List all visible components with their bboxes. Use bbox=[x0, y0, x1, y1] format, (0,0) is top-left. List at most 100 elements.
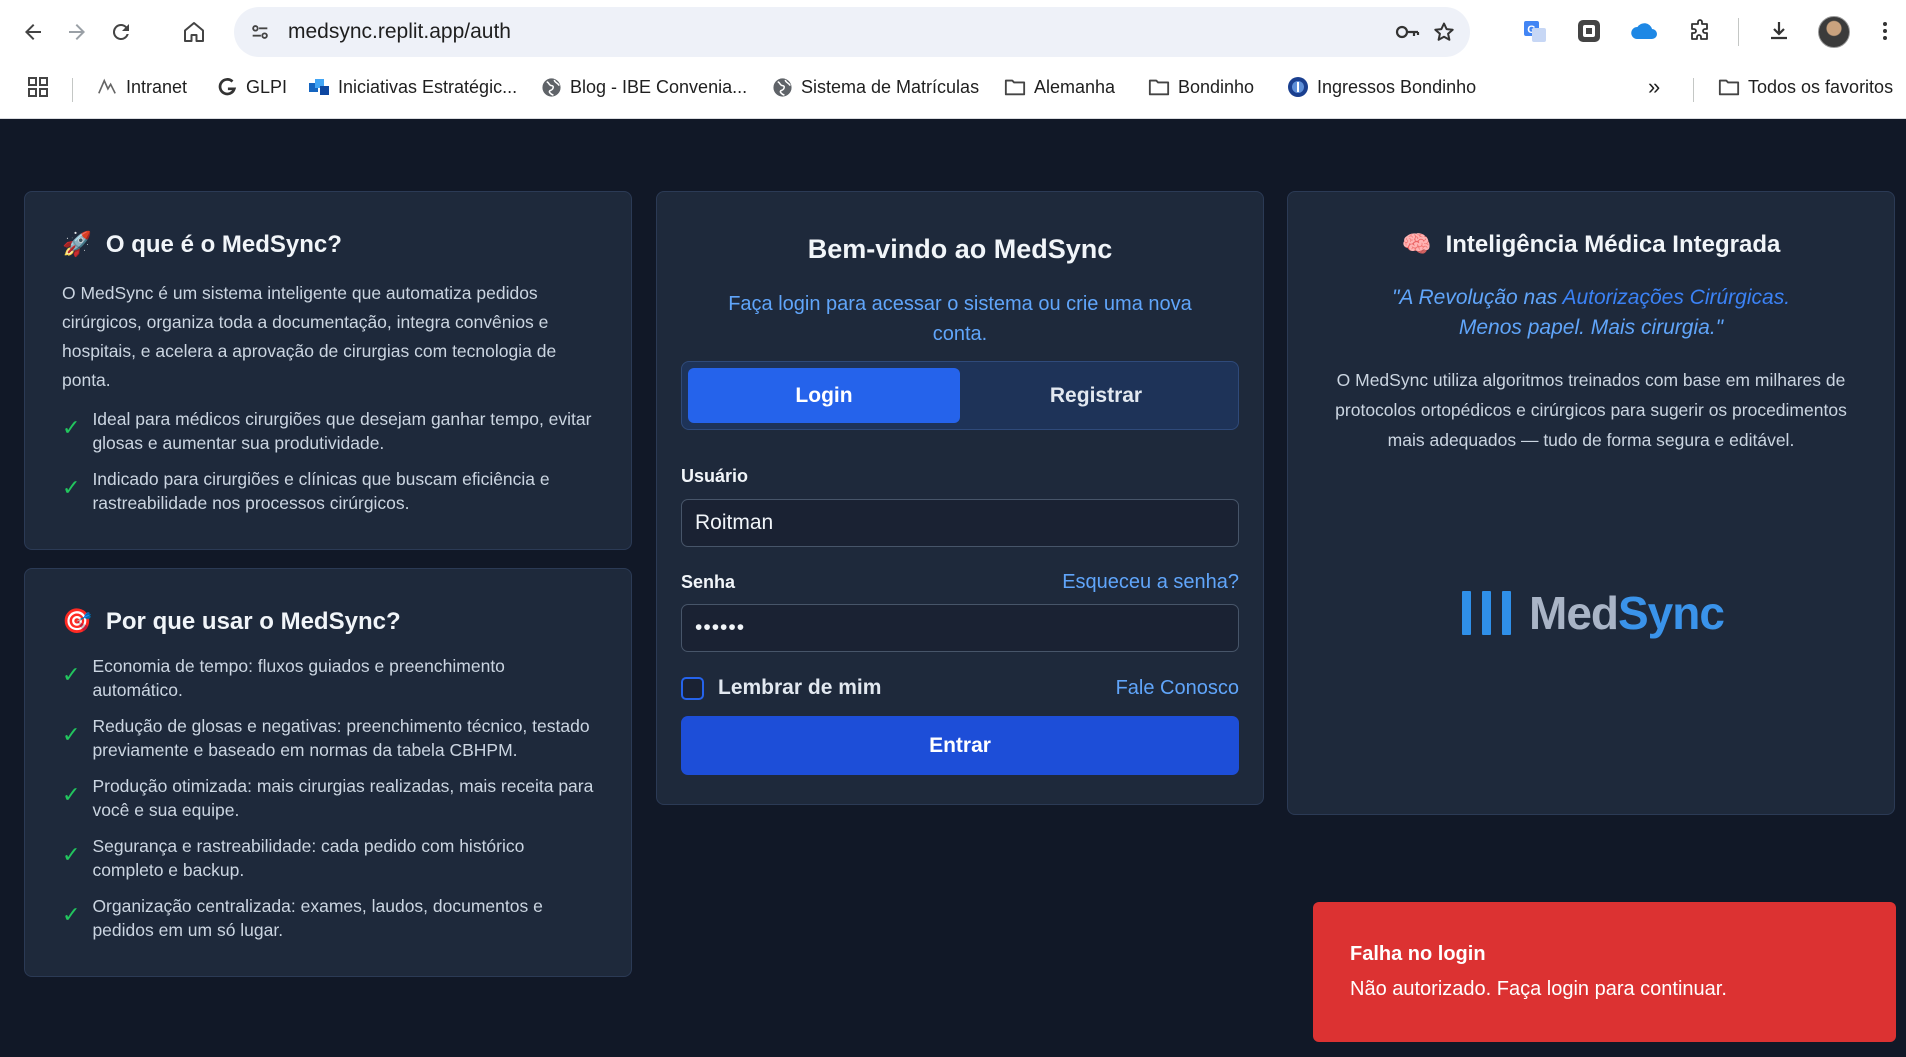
about-description: O MedSync é um sistema inteligente que a… bbox=[62, 283, 557, 390]
app-icon bbox=[308, 76, 330, 98]
remember-checkbox[interactable] bbox=[681, 676, 704, 700]
bookmark-sistema-matriculas[interactable]: Sistema de Matrículas bbox=[771, 74, 979, 100]
folder-icon bbox=[1004, 76, 1026, 98]
toolbar-divider bbox=[1738, 18, 1739, 46]
password-key-icon[interactable] bbox=[1394, 19, 1420, 45]
browser-toolbar: medsync.replit.app/auth G bbox=[0, 0, 1906, 64]
toast-title: Falha no login bbox=[1350, 943, 1486, 965]
cloud-extension-icon[interactable] bbox=[1629, 16, 1659, 46]
bookmark-label: Blog - IBE Convenia... bbox=[570, 76, 748, 97]
username-label: Usuário bbox=[681, 466, 749, 486]
url-text[interactable]: medsync.replit.app/auth bbox=[288, 20, 511, 44]
check-icon: ✓ bbox=[62, 415, 81, 440]
downloads-icon[interactable] bbox=[1764, 16, 1794, 46]
bookmarks-divider bbox=[1693, 78, 1694, 102]
ai-card: 🧠 Inteligência Médica Integrada "A Revol… bbox=[1287, 191, 1895, 815]
about-title: 🚀 O que é o MedSync? bbox=[62, 230, 595, 259]
submit-button[interactable]: Entrar bbox=[681, 716, 1239, 775]
why-title-text: Por que usar o MedSync? bbox=[105, 607, 401, 635]
check-icon: ✓ bbox=[62, 782, 81, 807]
brain-icon: 🧠 bbox=[1401, 231, 1432, 258]
list-item-text: Produção otimizada: mais cirurgias reali… bbox=[92, 776, 594, 820]
check-icon: ✓ bbox=[62, 842, 81, 867]
bookmark-label: Sistema de Matrículas bbox=[801, 76, 980, 97]
password-field[interactable]: •••••• bbox=[681, 604, 1239, 652]
bookmark-ingressos-bondinho[interactable]: Ingressos Bondinho bbox=[1287, 74, 1476, 100]
check-icon: ✓ bbox=[62, 722, 81, 747]
extension-icon[interactable] bbox=[1574, 16, 1604, 46]
reload-button[interactable] bbox=[103, 14, 139, 50]
forward-button[interactable] bbox=[59, 14, 95, 50]
check-icon: ✓ bbox=[62, 902, 81, 927]
remember-label: Lembrar de mim bbox=[718, 676, 882, 699]
bookmark-glpi[interactable]: GLPI bbox=[216, 74, 287, 100]
ai-title-text: Inteligência Médica Integrada bbox=[1445, 230, 1781, 258]
bookmark-star-icon[interactable] bbox=[1431, 19, 1457, 45]
bookmark-folder-bondinho[interactable]: Bondinho bbox=[1148, 74, 1254, 100]
check-icon: ✓ bbox=[62, 475, 81, 500]
reload-icon bbox=[112, 23, 129, 40]
contact-link[interactable]: Fale Conosco bbox=[1116, 677, 1239, 700]
username-field[interactable]: Roitman bbox=[681, 499, 1239, 547]
home-icon bbox=[184, 22, 204, 42]
list-item: ✓ Indicado para cirurgiões e clínicas que… bbox=[62, 467, 595, 515]
auth-tabs: Login Registrar bbox=[681, 361, 1239, 430]
why-card: 🎯 Por que usar o MedSync? ✓ Economia de t… bbox=[24, 568, 632, 977]
browser-chrome: medsync.replit.app/auth G Intranet GLPI … bbox=[0, 0, 1906, 119]
login-subtitle: Faça login para acessar o sistema ou cri… bbox=[728, 293, 1192, 345]
home-button[interactable] bbox=[176, 14, 212, 50]
list-item-text: Indicado para cirurgiões e clínicas que … bbox=[92, 469, 550, 513]
tab-login[interactable]: Login bbox=[688, 368, 960, 423]
list-item-text: Redução de glosas e negativas: preenchim… bbox=[92, 716, 590, 760]
list-item: ✓ Redução de glosas e negativas: preenchi… bbox=[62, 714, 595, 762]
bookmark-label: Todos os favoritos bbox=[1748, 76, 1894, 97]
all-bookmarks-folder[interactable]: Todos os favoritos bbox=[1718, 74, 1893, 100]
bookmark-folder-alemanha[interactable]: Alemanha bbox=[1004, 74, 1115, 100]
ai-title: 🧠 Inteligência Médica Integrada bbox=[1324, 230, 1858, 259]
back-arrow-icon bbox=[25, 24, 41, 40]
tab-register[interactable]: Registrar bbox=[960, 368, 1232, 423]
intranet-icon bbox=[96, 76, 118, 98]
error-toast[interactable]: Falha no login Não autorizado. Faça logi… bbox=[1313, 902, 1896, 1042]
quote-text: Menos papel. Mais cirurgia." bbox=[1458, 316, 1724, 339]
apps-grid-icon[interactable] bbox=[27, 74, 49, 100]
login-title: Bem-vindo ao MedSync bbox=[807, 234, 1113, 264]
ai-description: O MedSync utiliza algoritmos treinados c… bbox=[1335, 370, 1847, 450]
password-label-row: Senha Esqueceu a senha? bbox=[681, 571, 1239, 594]
bookmark-iniciativas[interactable]: Iniciativas Estratégic... bbox=[308, 74, 517, 100]
extensions-puzzle-icon[interactable] bbox=[1685, 16, 1715, 46]
back-button[interactable] bbox=[15, 14, 51, 50]
username-value: Roitman bbox=[695, 511, 774, 534]
forgot-password-link[interactable]: Esqueceu a senha? bbox=[1062, 571, 1239, 594]
toast-message: Não autorizado. Faça login para continua… bbox=[1350, 978, 1727, 1000]
list-item: ✓ Produção otimizada: mais cirurgias real… bbox=[62, 774, 595, 822]
rocket-icon: 🚀 bbox=[62, 231, 92, 258]
why-list: ✓ Economia de tempo: fluxos guiados e pre… bbox=[62, 654, 595, 942]
bookmark-label: Ingressos Bondinho bbox=[1317, 76, 1477, 97]
profile-avatar[interactable] bbox=[1818, 16, 1850, 48]
password-label: Senha bbox=[681, 572, 736, 592]
list-item-text: Ideal para médicos cirurgiões que deseja… bbox=[92, 409, 592, 453]
bookmark-intranet[interactable]: Intranet bbox=[96, 74, 187, 100]
login-card: Bem-vindo ao MedSync Faça login para ace… bbox=[656, 191, 1264, 805]
bookmarks-divider bbox=[72, 78, 73, 102]
more-bookmarks-button[interactable]: » bbox=[1648, 74, 1660, 100]
site-settings-icon[interactable] bbox=[248, 20, 272, 44]
remember-row: Lembrar de mim Fale Conosco bbox=[681, 676, 1239, 700]
list-item-text: Organização centralizada: exames, laudos… bbox=[92, 896, 543, 940]
globe-icon bbox=[540, 76, 562, 98]
medsync-logo: MedSync bbox=[1462, 586, 1725, 640]
translate-extension-icon[interactable]: G bbox=[1520, 16, 1550, 46]
about-title-text: O que é o MedSync? bbox=[105, 230, 342, 258]
bookmark-blog-ibe[interactable]: Blog - IBE Convenia... bbox=[540, 74, 747, 100]
list-item: ✓ Organização centralizada: exames, laudo… bbox=[62, 894, 595, 942]
list-item: ✓ Segurança e rastreabilidade: cada pedid… bbox=[62, 834, 595, 882]
list-item-text: Economia de tempo: fluxos guiados e pree… bbox=[92, 656, 505, 700]
remember-me[interactable]: Lembrar de mim bbox=[681, 676, 881, 700]
address-bar[interactable]: medsync.replit.app/auth bbox=[234, 7, 1470, 57]
glpi-icon bbox=[216, 76, 238, 98]
password-value: •••••• bbox=[695, 616, 746, 639]
target-icon: 🎯 bbox=[62, 608, 92, 635]
browser-menu-icon[interactable] bbox=[1870, 16, 1900, 46]
logo-bars-icon bbox=[1462, 591, 1511, 635]
